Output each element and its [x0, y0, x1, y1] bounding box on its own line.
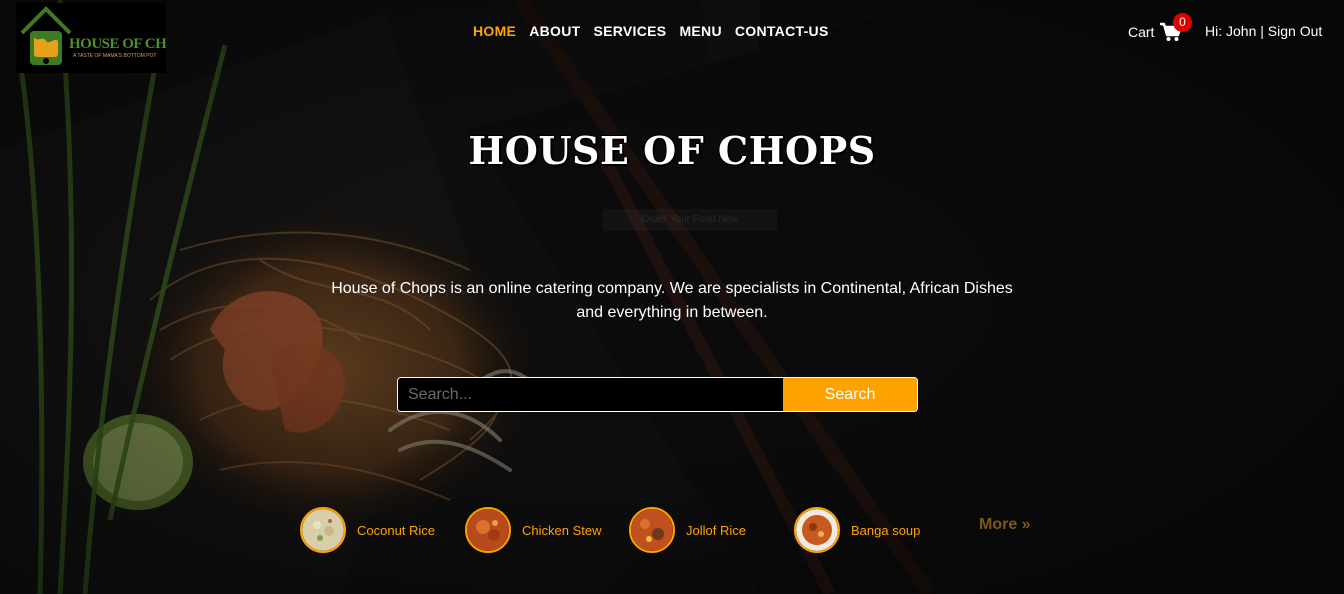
- user-separator: |: [1260, 23, 1264, 39]
- search-button[interactable]: Search: [783, 378, 917, 411]
- hero-intro-text: House of Chops is an online catering com…: [331, 280, 1013, 321]
- coconut-rice-thumbnail: [300, 507, 346, 553]
- dish-item-banga-soup[interactable]: Banga soup: [794, 507, 920, 553]
- search-input[interactable]: [398, 378, 783, 411]
- nav-menu[interactable]: MENU: [679, 23, 721, 39]
- hero-title: HOUSE OF CHOPS: [468, 128, 876, 173]
- cart-label: Cart: [1128, 24, 1155, 40]
- dish-name: Coconut Rice: [357, 522, 436, 538]
- dish-name: Jollof Rice: [686, 522, 746, 538]
- search-form: Search: [397, 377, 918, 412]
- dish-item-jollof-rice[interactable]: Jollof Rice: [629, 507, 746, 553]
- dish-name: Chicken Stew: [522, 522, 602, 538]
- nav-contact-us[interactable]: CONTACT-US: [735, 23, 829, 39]
- chicken-stew-thumbnail: [465, 507, 511, 553]
- jollof-rice-thumbnail: [629, 507, 675, 553]
- banga-soup-thumbnail: [794, 507, 840, 553]
- logo-tagline: A TASTE OF MAMA'S BOTTOM POT: [73, 53, 157, 59]
- main-nav: HOME ABOUT SERVICES MENU CONTACT-US: [473, 23, 829, 39]
- logo-title: HOUSE OF CHOPS: [69, 36, 166, 52]
- more-dishes-link[interactable]: More »: [979, 516, 1031, 534]
- user-menu: Hi: John | Sign Out: [1205, 23, 1322, 39]
- dish-name: Banga soup: [851, 522, 921, 538]
- nav-services[interactable]: SERVICES: [593, 23, 666, 39]
- hero-faint-banner: Order Your Food Now: [603, 209, 777, 231]
- cart-count-badge: 0: [1173, 13, 1192, 32]
- site-logo[interactable]: HOUSE OF CHOPS A TASTE OF MAMA'S BOTTOM …: [16, 3, 166, 73]
- nav-home[interactable]: HOME: [473, 23, 516, 39]
- nav-about[interactable]: ABOUT: [529, 23, 580, 39]
- sign-out-link[interactable]: Sign Out: [1268, 23, 1322, 39]
- user-greeting: Hi: John: [1205, 23, 1257, 39]
- dish-item-coconut-rice[interactable]: Coconut Rice: [300, 507, 435, 553]
- dish-item-chicken-stew[interactable]: Chicken Stew: [465, 507, 601, 553]
